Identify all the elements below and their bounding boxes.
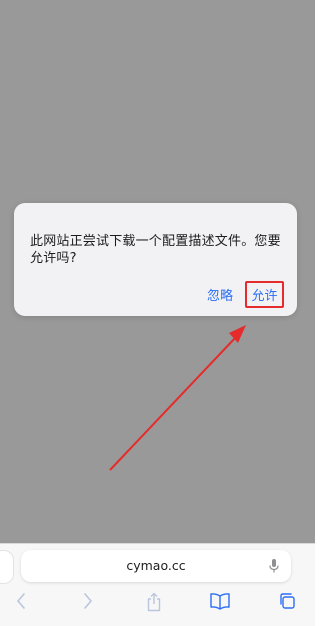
microphone-icon[interactable] bbox=[269, 559, 279, 574]
url-text: cymao.cc bbox=[126, 558, 186, 573]
address-field[interactable]: cymao.cc bbox=[21, 550, 291, 582]
navigation-toolbar bbox=[0, 592, 315, 614]
bookmarks-button[interactable] bbox=[207, 592, 233, 614]
share-button[interactable] bbox=[141, 592, 167, 614]
safari-bottom-bar: cymao.cc bbox=[0, 543, 315, 626]
forward-button[interactable] bbox=[75, 592, 101, 614]
previous-tab-edge[interactable] bbox=[0, 550, 14, 584]
alert-message: 此网站正尝试下载一个配置描述文件。您要允许吗? bbox=[30, 234, 281, 266]
download-profile-alert: 此网站正尝试下载一个配置描述文件。您要允许吗? 忽略 允许 bbox=[14, 203, 297, 316]
back-button[interactable] bbox=[8, 592, 34, 614]
bookmarks-icon bbox=[210, 593, 230, 610]
allow-button[interactable]: 允许 bbox=[245, 281, 284, 308]
back-icon bbox=[17, 593, 25, 609]
safari-screen: 此网站正尝试下载一个配置描述文件。您要允许吗? 忽略 允许 cymao.cc bbox=[0, 0, 315, 626]
ignore-button[interactable]: 忽略 bbox=[203, 284, 237, 309]
tabs-button[interactable] bbox=[274, 592, 300, 614]
forward-icon bbox=[84, 593, 92, 609]
tabs-icon bbox=[280, 593, 295, 609]
share-icon bbox=[147, 592, 161, 612]
